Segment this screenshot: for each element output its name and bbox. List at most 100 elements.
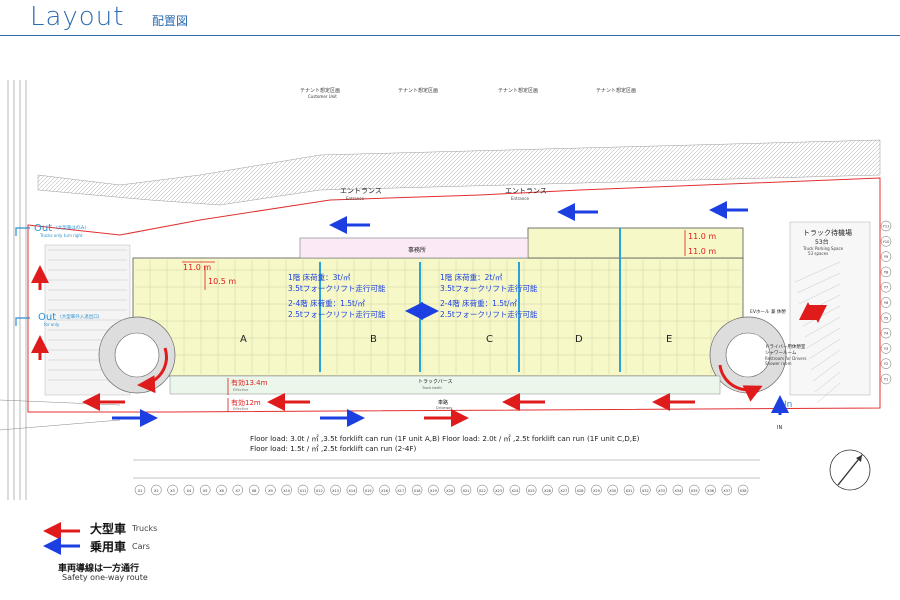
north-arrow-icon bbox=[829, 449, 871, 491]
grid-x-label: X13 bbox=[332, 489, 339, 493]
legend-cars-en: Cars bbox=[132, 541, 150, 551]
entrance-right-en: Entrance bbox=[511, 196, 529, 201]
grid-x-label: X27 bbox=[560, 489, 567, 493]
grid-x-label: X26 bbox=[544, 489, 551, 493]
grid-x-label: X11 bbox=[300, 489, 307, 493]
load-left-1: 1階 床荷重：3t/㎡ bbox=[288, 272, 351, 282]
unit-a-label: A bbox=[240, 334, 247, 345]
driveway-label: 車路 bbox=[438, 399, 448, 406]
grid-x-label: X34 bbox=[674, 489, 682, 493]
entrance-right-label: エントランス bbox=[505, 187, 547, 195]
load-left-3: 2-4階 床荷重：1.5t/㎡ bbox=[288, 298, 366, 308]
oneway-en: Safety one-way route bbox=[62, 573, 148, 582]
legend-trucks-en: Trucks bbox=[132, 523, 158, 533]
grid-y-axis: Y11 Y10 Y9 Y8 Y7 Y6 Y5 Y4 Y3 Y2 Y1 bbox=[880, 220, 892, 385]
entrance-left-label: エントランス bbox=[340, 187, 382, 195]
shower-room-en: Shower room bbox=[765, 361, 792, 366]
load-left-4: 2.5tフォークリフト走行可能 bbox=[288, 309, 386, 319]
grid-x-label: X8 bbox=[252, 489, 257, 493]
grid-y-label: Y5 bbox=[884, 316, 888, 320]
out-label-1-en: Trucks only turn right bbox=[39, 233, 83, 238]
grid-y-label: Y6 bbox=[884, 301, 888, 305]
grid-x-label: X19 bbox=[430, 489, 437, 493]
grid-x-label: X24 bbox=[511, 489, 519, 493]
truck-berth-en: Truck berth bbox=[421, 386, 442, 390]
grid-y-label: Y7 bbox=[884, 286, 888, 290]
in-mark: IN bbox=[777, 425, 782, 431]
in-label: In bbox=[784, 400, 792, 410]
grid-x-label: X17 bbox=[397, 489, 404, 493]
grid-x-axis: X1 X2 X3 X4 X5 X6 X7 X8 X9 X10 X11 X12 X13 X14 X15 X16 X… bbox=[134, 484, 749, 496]
dim-10-5: 10.5 m bbox=[208, 277, 236, 286]
eff-13-4-en: Effective bbox=[233, 388, 248, 392]
load-right-3: 2-4階 床荷重：1.5t/㎡ bbox=[440, 298, 518, 308]
grid-x-label: X2 bbox=[154, 489, 159, 493]
grid-y-label: Y9 bbox=[884, 255, 888, 259]
eff-12-en: Effective bbox=[233, 407, 248, 411]
grid-x-label: X9 bbox=[268, 489, 273, 493]
tenant-label-2: テナント想定区画 bbox=[398, 87, 438, 94]
legend-cars-jp: 乗用車 bbox=[90, 539, 127, 554]
grid-x-label: X10 bbox=[283, 489, 290, 493]
grid-y-label: Y4 bbox=[884, 332, 889, 336]
grid-y-label: Y1 bbox=[884, 378, 888, 382]
grid-x-label: X5 bbox=[203, 489, 208, 493]
grid-x-label: X18 bbox=[414, 489, 421, 493]
grid-x-label: X25 bbox=[528, 489, 535, 493]
eff-12: 有効12m bbox=[231, 398, 261, 407]
grid-x-label: X20 bbox=[446, 489, 453, 493]
grid-x-label: X7 bbox=[235, 489, 240, 493]
grid-y-label: Y2 bbox=[884, 362, 888, 366]
grid-x-label: X14 bbox=[348, 489, 356, 493]
entrance-left-en: Entrance bbox=[346, 196, 364, 201]
tenant-label-3: テナント想定区画 bbox=[498, 87, 538, 94]
grid-x-label: X6 bbox=[219, 489, 224, 493]
ramp-west bbox=[98, 316, 176, 394]
truck-berth-label: トラックバース bbox=[418, 379, 453, 385]
grid-x-label: X35 bbox=[691, 489, 698, 493]
out-label-1-small: (大型車はのみ) bbox=[56, 224, 87, 231]
grid-x-label: X31 bbox=[626, 489, 633, 493]
grid-x-label: X32 bbox=[642, 489, 649, 493]
grid-y-label: Y10 bbox=[883, 240, 890, 244]
load-left-2: 3.5tフォークリフト走行可能 bbox=[288, 283, 386, 293]
truck-wait-en2: 53 spaces bbox=[808, 251, 828, 256]
grid-x-label: X4 bbox=[187, 489, 192, 493]
grid-x-label: X22 bbox=[479, 489, 486, 493]
grid-x-label: X1 bbox=[138, 489, 143, 493]
load-right-2: 3.5tフォークリフト走行可能 bbox=[440, 283, 538, 293]
grid-x-label: X37 bbox=[723, 489, 730, 493]
unit-d-label: D bbox=[575, 334, 583, 345]
unit-e-label: E bbox=[666, 334, 672, 345]
grid-y-label: Y8 bbox=[884, 270, 888, 274]
unit-b-label: B bbox=[370, 334, 377, 345]
tenant-label-4: テナント想定区画 bbox=[596, 87, 636, 94]
grid-x-label: X36 bbox=[707, 489, 714, 493]
unit-c-label: C bbox=[486, 334, 493, 345]
grid-y-label: Y3 bbox=[884, 347, 888, 351]
legend: 大型車 Trucks 乗用車 Cars bbox=[42, 520, 157, 556]
grid-x-label: X21 bbox=[463, 489, 470, 493]
truck-wait-label: トラック待機場 bbox=[803, 228, 852, 237]
load-right-1: 1階 床荷重：2t/㎡ bbox=[440, 272, 503, 282]
driveway-en: Driveway bbox=[436, 406, 452, 410]
load-right-4: 2.5tフォークリフト走行可能 bbox=[440, 309, 538, 319]
grid-x-label: X29 bbox=[593, 489, 600, 493]
office-label: 事務所 bbox=[408, 246, 426, 254]
grid-x-label: X28 bbox=[577, 489, 584, 493]
dim-11-0-a: 11.0 m bbox=[688, 232, 716, 241]
grid-x-label: X23 bbox=[495, 489, 502, 493]
driver-room-label: ドライバー用休憩室 bbox=[765, 343, 806, 350]
dim-11-0-b: 11.0 m bbox=[688, 247, 716, 256]
grid-x-label: X15 bbox=[365, 489, 372, 493]
floor-load-line-2: Floor load: 1.5t / ㎡ ,2.5t forklift can … bbox=[250, 444, 417, 453]
grid-x-label: X3 bbox=[170, 489, 175, 493]
legend-trucks-jp: 大型車 bbox=[90, 521, 127, 536]
grid-x-label: X38 bbox=[740, 489, 747, 493]
site-plan: テナント想定区画 Customer Unit テナント想定区画 テナント想定区画… bbox=[0, 80, 892, 555]
tenant-label-1: テナント想定区画 bbox=[300, 87, 340, 94]
grid-x-label: X12 bbox=[316, 489, 323, 493]
floor-load-line-1: Floor load: 3.0t / ㎡ ,3.5t forklift can … bbox=[250, 434, 640, 443]
grid-x-label: X33 bbox=[658, 489, 665, 493]
grid-x-label: X16 bbox=[381, 489, 388, 493]
